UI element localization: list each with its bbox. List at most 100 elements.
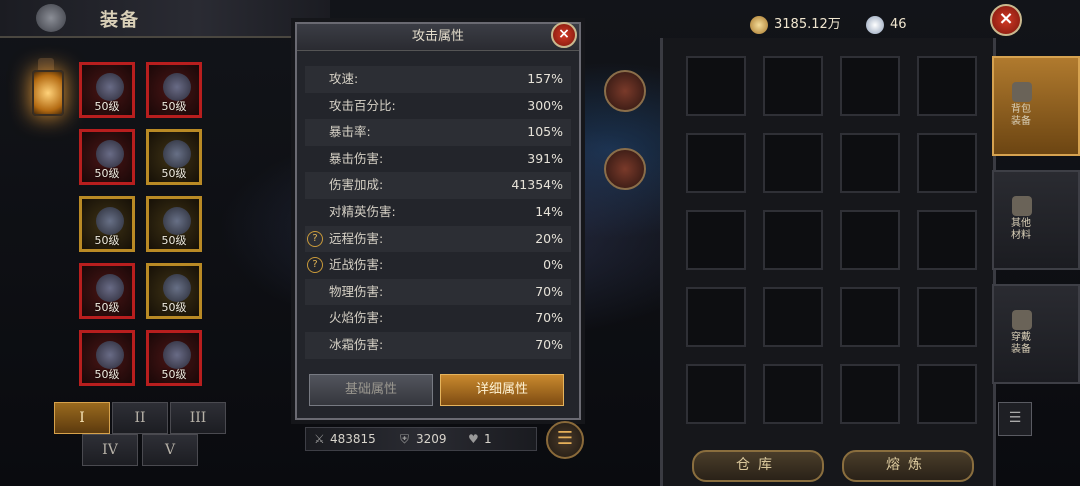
stat-label: 伤害加成: [329,177,384,193]
inventory-cell[interactable] [840,287,900,347]
stat-value: 70% [535,336,563,352]
equipment-slot[interactable]: 50级 [146,129,202,185]
stat-row: 伤害加成: 41354% [305,172,571,199]
modal-close-button[interactable]: × [551,22,577,48]
stat-value: 70% [535,283,563,299]
heart-icon: ♥ [468,432,479,446]
equipment-slot[interactable]: 50级 [79,263,135,319]
inventory-cell[interactable] [686,56,746,116]
inventory-cell[interactable] [763,133,823,193]
item-level: 50级 [161,234,187,247]
detail-stats-button[interactable]: 详细属性 [440,374,564,406]
power-bar: ⚔ 483815 ⛨ 3209 ♥ 1 [305,427,537,451]
bag-icon [1012,82,1032,102]
inventory-cell[interactable] [840,56,900,116]
equipment-slot[interactable]: 50级 [79,62,135,118]
help-icon[interactable]: ? [307,230,323,247]
inventory-cell[interactable] [917,56,977,116]
stat-row: 暴击率: 105% [305,119,571,146]
gold-coin-icon [750,15,768,34]
item-level: 50级 [94,100,120,113]
inventory-cell[interactable] [763,210,823,270]
stat-row: 攻击百分比: 300% [305,93,571,120]
inventory-cell[interactable] [686,287,746,347]
inventory-cell[interactable] [917,133,977,193]
filter-icon[interactable]: ☰ [998,402,1032,436]
inventory-tab[interactable]: 背包装备 [992,56,1080,156]
item-level: 50级 [94,167,120,180]
stat-row: 对精英伤害: 14% [305,199,571,226]
equipment-slot[interactable]: 50级 [146,62,202,118]
inventory-cell[interactable] [840,133,900,193]
stat-value: 300% [527,97,563,113]
basic-stats-button[interactable]: 基础属性 [309,374,433,406]
stat-row: 物理伤害: 70% [305,278,571,306]
page-title: 装备 [100,10,140,31]
inventory-cell[interactable] [686,210,746,270]
stat-value: 391% [527,150,563,166]
thumbs-up-icon[interactable] [604,70,646,112]
gold-currency: 3185.12万 [750,12,841,38]
inventory-tab[interactable]: 其他材料 [992,170,1080,270]
attack-value: 483815 [330,432,376,446]
equipment-slot[interactable]: 50级 [146,196,202,252]
stat-label: 火焰伤害: [329,310,384,326]
stat-row: 火焰伤害: 70% [305,305,571,332]
armor-icon [1012,310,1032,330]
modal-title: 攻击属性 [297,24,579,51]
stat-value: 14% [535,203,563,219]
help-icon[interactable]: ? [307,257,323,274]
hearts-value: 1 [484,432,492,446]
inventory-cell[interactable] [917,364,977,424]
gold-amount: 3185.12万 [774,17,841,32]
smelt-button[interactable]: 熔炼 [842,450,974,482]
page-tab-4[interactable]: IV [82,434,138,466]
equipment-slot[interactable]: 50级 [79,330,135,386]
inventory-cell[interactable] [763,364,823,424]
item-level: 50级 [161,100,187,113]
stat-value: 41354% [511,177,563,193]
inventory-cell[interactable] [686,364,746,424]
menu-button[interactable]: ☰ [546,421,584,459]
gem-amount: 46 [890,17,907,32]
shield-icon: ⛨ [400,432,410,446]
page-tab-5[interactable]: V [142,434,198,466]
equipment-slot[interactable]: 50级 [79,196,135,252]
close-button[interactable]: × [990,4,1022,36]
inventory-cell[interactable] [840,210,900,270]
equipment-item-icon [96,207,124,235]
attack-icon: ⚔ [314,432,325,446]
tab-label: 其他材料 [1011,218,1031,241]
inventory-cell[interactable] [917,287,977,347]
equipment-slot[interactable]: 50级 [79,129,135,185]
warehouse-button[interactable]: 仓库 [692,450,824,482]
tab-label: 穿戴装备 [1011,332,1031,355]
stat-value: 0% [543,257,563,273]
page-tab-3[interactable]: III [170,402,226,434]
inventory-cell[interactable] [917,210,977,270]
stat-label: 对精英伤害: [329,203,396,219]
sword-icon[interactable] [604,148,646,190]
attack-stats-modal: 攻击属性 攻速: 157% 攻击百分比: 300% 暴击率: 105% 暴击伤害: 391% 伤… [295,22,581,420]
equipment-item-icon [163,140,191,168]
lantern-icon [26,50,66,130]
back-emblem-icon[interactable] [36,4,66,32]
stat-value: 20% [535,230,563,246]
page-tab-1[interactable]: I [54,402,110,434]
page-tab-2[interactable]: II [112,402,168,434]
inventory-tab[interactable]: 穿戴装备 [992,284,1080,384]
stat-value: 157% [527,71,563,86]
equipment-item-icon [163,274,191,302]
equipment-slot[interactable]: 50级 [146,330,202,386]
inventory-cell[interactable] [686,133,746,193]
stat-row: ? 远程伤害: 20% [305,225,571,253]
equipment-item-icon [96,341,124,369]
inventory-cell[interactable] [763,56,823,116]
stat-label: 远程伤害: [329,230,384,246]
defense-value: 3209 [416,432,447,446]
stat-label: 冰霜伤害: [329,336,384,352]
inventory-cell[interactable] [840,364,900,424]
equipment-slot[interactable]: 50级 [146,263,202,319]
inventory-cell[interactable] [763,287,823,347]
gem-icon [866,15,884,34]
